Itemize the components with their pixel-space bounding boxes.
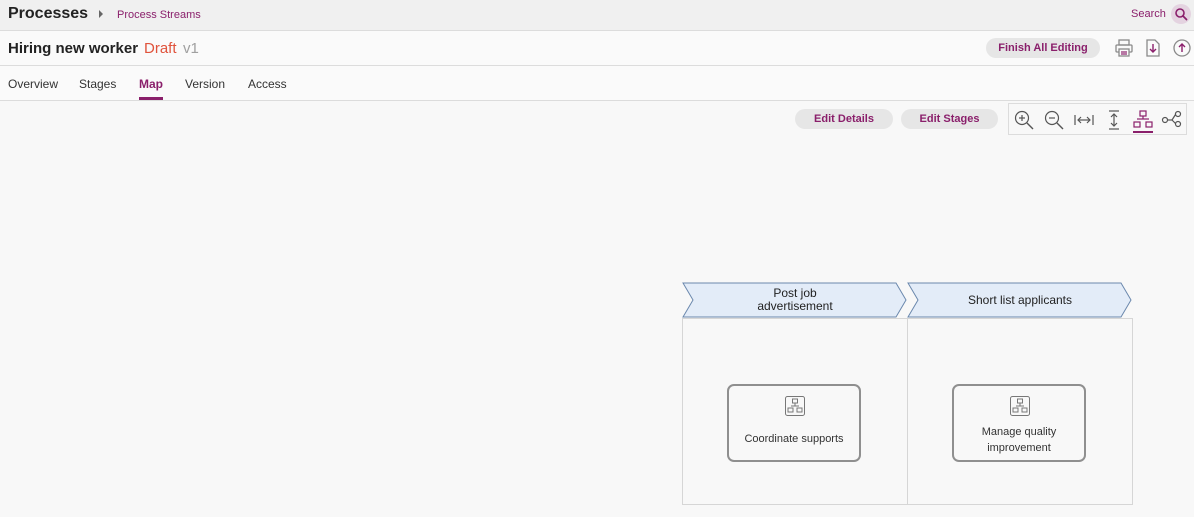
- tab-map[interactable]: Map: [139, 77, 163, 91]
- process-title: Hiring new worker: [8, 40, 139, 57]
- process-map-icon: [1010, 396, 1030, 416]
- stage-title: Short list applicants: [967, 292, 1073, 307]
- map-view-toolbar: [1008, 103, 1187, 135]
- finish-all-editing-button[interactable]: Finish All Editing: [986, 38, 1100, 58]
- activity-card[interactable]: Coordinate supports: [727, 384, 861, 462]
- edit-details-button[interactable]: Edit Details: [795, 109, 893, 129]
- zoom-in-button[interactable]: [1013, 109, 1035, 131]
- search-label[interactable]: Search: [1131, 8, 1166, 20]
- flow-view-icon: [1161, 110, 1182, 128]
- download-icon: [1146, 39, 1160, 57]
- print-icon: [1115, 39, 1133, 57]
- fit-height-icon: [1109, 110, 1119, 130]
- activity-label: Coordinate supports: [744, 433, 844, 445]
- stage-lane: Coordinate supports: [682, 318, 908, 505]
- process-status-badge: Draft: [144, 40, 177, 57]
- upload-button[interactable]: [1172, 38, 1192, 58]
- flow-view-button[interactable]: [1161, 109, 1183, 131]
- search-button[interactable]: [1171, 4, 1191, 24]
- breadcrumb-current[interactable]: Process Streams: [117, 9, 201, 21]
- upload-icon: [1173, 39, 1191, 57]
- fit-height-button[interactable]: [1103, 109, 1125, 131]
- breadcrumb-separator-icon: [99, 10, 103, 18]
- hierarchy-view-button[interactable]: [1132, 109, 1154, 131]
- fit-width-button[interactable]: [1073, 109, 1095, 131]
- activity-card[interactable]: Manage quality improvement: [952, 384, 1086, 462]
- zoom-in-icon: [1014, 110, 1034, 130]
- process-version: v1: [183, 40, 199, 57]
- hierarchy-view-icon: [1133, 110, 1153, 128]
- stage-title: Post job advertisement: [757, 286, 833, 313]
- active-view-indicator: [1133, 131, 1153, 133]
- edit-stages-button[interactable]: Edit Stages: [901, 109, 998, 129]
- search-icon: [1175, 8, 1188, 21]
- activity-label: Manage quality improvement: [981, 426, 1057, 454]
- stage-header[interactable]: Post job advertisement: [682, 282, 908, 318]
- tab-bar: Overview Stages Map Version Access: [0, 66, 1194, 101]
- map-canvas[interactable]: Edit Details Edit Stages Post job advert…: [0, 101, 1194, 517]
- stage-lane: Manage quality improvement: [907, 318, 1133, 505]
- top-bar: Processes Process Streams Search: [0, 0, 1194, 31]
- download-button[interactable]: [1143, 38, 1163, 58]
- fit-width-icon: [1074, 115, 1094, 125]
- active-tab-indicator: [139, 97, 163, 100]
- zoom-out-button[interactable]: [1043, 109, 1065, 131]
- tab-access[interactable]: Access: [248, 77, 287, 91]
- process-header: Hiring new worker Draft v1 Finish All Ed…: [0, 31, 1194, 66]
- breadcrumb-root[interactable]: Processes: [8, 5, 88, 23]
- tab-version[interactable]: Version: [185, 77, 225, 91]
- tab-stages[interactable]: Stages: [79, 77, 116, 91]
- stage-header[interactable]: Short list applicants: [907, 282, 1133, 318]
- zoom-out-icon: [1044, 110, 1064, 130]
- tab-overview[interactable]: Overview: [8, 77, 58, 91]
- process-map-icon: [785, 396, 805, 416]
- print-button[interactable]: [1114, 38, 1134, 58]
